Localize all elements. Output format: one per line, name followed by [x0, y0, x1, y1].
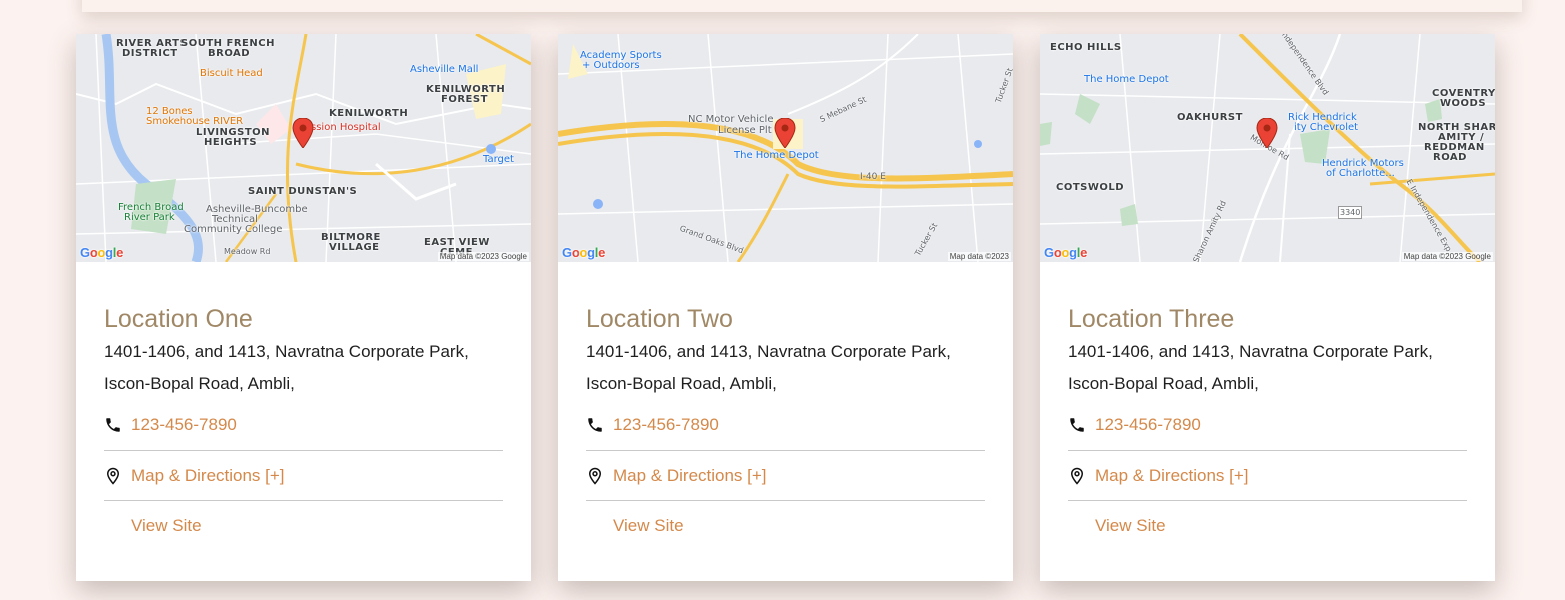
location-map[interactable]: ECHO HILLS The Home Depot E Independence…: [1040, 34, 1495, 262]
location-map[interactable]: RIVER ARTS SOUTH FRENCH BROAD DISTRICT B…: [76, 34, 531, 262]
directions-row: Map & Directions [+]: [1068, 451, 1467, 501]
phone-row: 123-456-7890: [104, 412, 503, 451]
map-directions-link[interactable]: Map & Directions [+]: [1095, 466, 1249, 486]
map-label: NC Motor Vehicle: [688, 114, 774, 125]
map-label: Community College: [184, 224, 283, 235]
view-site-link[interactable]: View Site: [131, 516, 202, 536]
view-site-row: View Site: [586, 501, 985, 550]
map-label: ssion Hospital: [311, 122, 381, 133]
location-title: Location Three: [1068, 305, 1235, 333]
address-line: Iscon-Bopal Road, Ambli,: [586, 374, 777, 393]
map-label: DISTRICT: [122, 48, 178, 59]
phone-link[interactable]: 123-456-7890: [1095, 415, 1201, 435]
view-site-row: View Site: [104, 501, 503, 550]
address-line: Iscon-Bopal Road, Ambli,: [104, 374, 295, 393]
map-attribution[interactable]: Map data ©2023 Google: [1401, 252, 1493, 261]
map-label: Meadow Rd: [224, 247, 271, 256]
map-label: HEIGHTS: [204, 137, 258, 148]
map-pin-icon: [104, 467, 122, 485]
map-pin-icon: [586, 467, 604, 485]
locations-grid: RIVER ARTS SOUTH FRENCH BROAD DISTRICT B…: [0, 0, 1565, 600]
location-card: RIVER ARTS SOUTH FRENCH BROAD DISTRICT B…: [76, 34, 531, 581]
location-title: Location One: [104, 305, 253, 333]
google-logo: Google: [562, 245, 606, 260]
map-label: The Home Depot: [734, 150, 819, 161]
map-label: BROAD: [208, 48, 251, 59]
phone-icon: [586, 416, 604, 434]
map-marker-icon[interactable]: [1256, 118, 1278, 148]
address-line: 1401-1406, and 1413, Navratna Corporate …: [104, 342, 469, 361]
map-label: River Park: [124, 212, 175, 223]
phone-row: 123-456-7890: [586, 412, 985, 451]
map-label: ECHO HILLS: [1050, 42, 1122, 53]
map-attribution[interactable]: Map data ©2023 Google: [437, 252, 529, 261]
map-directions-link[interactable]: Map & Directions [+]: [613, 466, 767, 486]
map-label: KENILWORTH: [329, 108, 409, 119]
map-label: OAKHURST: [1177, 112, 1243, 123]
location-map[interactable]: Academy Sports + Outdoors NC Motor Vehic…: [558, 34, 1013, 262]
google-logo: Google: [1044, 245, 1088, 260]
phone-link[interactable]: 123-456-7890: [613, 415, 719, 435]
phone-link[interactable]: 123-456-7890: [131, 415, 237, 435]
google-logo: Google: [80, 245, 124, 260]
map-label: Smokehouse RIVER: [146, 116, 244, 127]
map-directions-link[interactable]: Map & Directions [+]: [131, 466, 285, 486]
map-label: of Charlotte...: [1326, 168, 1395, 179]
phone-row: 123-456-7890: [1068, 412, 1467, 451]
map-marker-icon[interactable]: [774, 118, 796, 148]
map-label: + Outdoors: [582, 60, 640, 71]
map-label: FOREST: [441, 94, 488, 105]
map-label: SAINT DUNSTAN'S: [248, 186, 358, 197]
location-card: Academy Sports + Outdoors NC Motor Vehic…: [558, 34, 1013, 581]
location-card: ECHO HILLS The Home Depot E Independence…: [1040, 34, 1495, 581]
map-label: 3340: [1338, 206, 1363, 219]
map-marker-icon[interactable]: [292, 118, 314, 148]
view-site-row: View Site: [1068, 501, 1467, 550]
directions-row: Map & Directions [+]: [104, 451, 503, 501]
map-attribution[interactable]: Map data ©2023: [947, 252, 1011, 261]
address-line: 1401-1406, and 1413, Navratna Corporate …: [1068, 342, 1433, 361]
address-line: 1401-1406, and 1413, Navratna Corporate …: [586, 342, 951, 361]
map-label: I-40 E: [860, 172, 886, 182]
phone-icon: [104, 416, 122, 434]
address-line: Iscon-Bopal Road, Ambli,: [1068, 374, 1259, 393]
map-label: ity Chevrolet: [1294, 122, 1359, 133]
location-title: Location Two: [586, 305, 733, 333]
directions-row: Map & Directions [+]: [586, 451, 985, 501]
view-site-link[interactable]: View Site: [1095, 516, 1166, 536]
map-label: WOODS: [1440, 98, 1487, 109]
map-pin-icon: [1068, 467, 1086, 485]
view-site-link[interactable]: View Site: [613, 516, 684, 536]
map-label: Biscuit Head: [200, 68, 263, 79]
map-label: The Home Depot: [1084, 74, 1169, 85]
map-label: License Plt: [718, 125, 772, 136]
phone-icon: [1068, 416, 1086, 434]
map-label: ROAD: [1433, 152, 1467, 163]
map-label: COTSWOLD: [1056, 182, 1125, 193]
map-label: VILLAGE: [329, 242, 380, 253]
map-label: Asheville Mall: [410, 64, 479, 75]
map-label: Target: [483, 154, 514, 165]
